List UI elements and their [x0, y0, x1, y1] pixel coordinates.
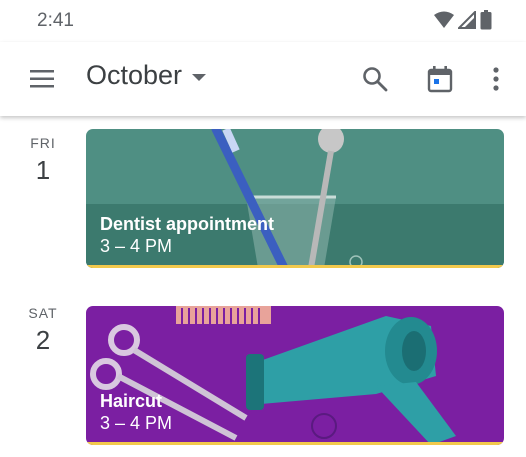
event-title: Dentist appointment	[100, 214, 274, 234]
day-number: 2	[35, 325, 51, 355]
dropdown-caret-icon	[192, 74, 207, 81]
event-card-dentist[interactable]: Dentist appointment 3 – 4 PM	[86, 129, 504, 268]
event-accent-bar	[86, 265, 504, 268]
day-header-2: SAT 2	[20, 305, 66, 356]
status-bar: 2:41	[0, 0, 526, 42]
day-of-week: FRI	[30, 135, 56, 151]
wifi-icon	[434, 11, 454, 28]
month-label: October	[86, 60, 183, 90]
search-icon[interactable]	[360, 64, 390, 94]
day-of-week: SAT	[28, 305, 58, 321]
more-vert-icon[interactable]	[481, 64, 511, 94]
event-time: 3 – 4 PM	[100, 236, 173, 256]
signal-icon	[458, 11, 476, 29]
today-calendar-icon[interactable]	[425, 64, 455, 94]
event-time: 3 – 4 PM	[100, 413, 173, 433]
event-text: Dentist appointment 3 – 4 PM	[100, 213, 274, 257]
calendar-screen: 2:41 October FRI 1 Dentist appointment 3…	[0, 0, 526, 457]
event-accent-bar	[86, 442, 504, 445]
event-text: Haircut 3 – 4 PM	[100, 390, 172, 434]
event-title: Haircut	[100, 391, 163, 411]
day-number: 1	[35, 155, 51, 185]
day-header-1: FRI 1	[20, 135, 66, 186]
status-time: 2:41	[37, 10, 74, 31]
month-selector[interactable]: October	[86, 60, 207, 91]
status-icons	[434, 10, 492, 30]
menu-icon[interactable]	[28, 66, 56, 92]
battery-icon	[480, 10, 492, 30]
app-bar: October	[0, 42, 526, 116]
event-card-haircut[interactable]: Haircut 3 – 4 PM	[86, 306, 504, 445]
